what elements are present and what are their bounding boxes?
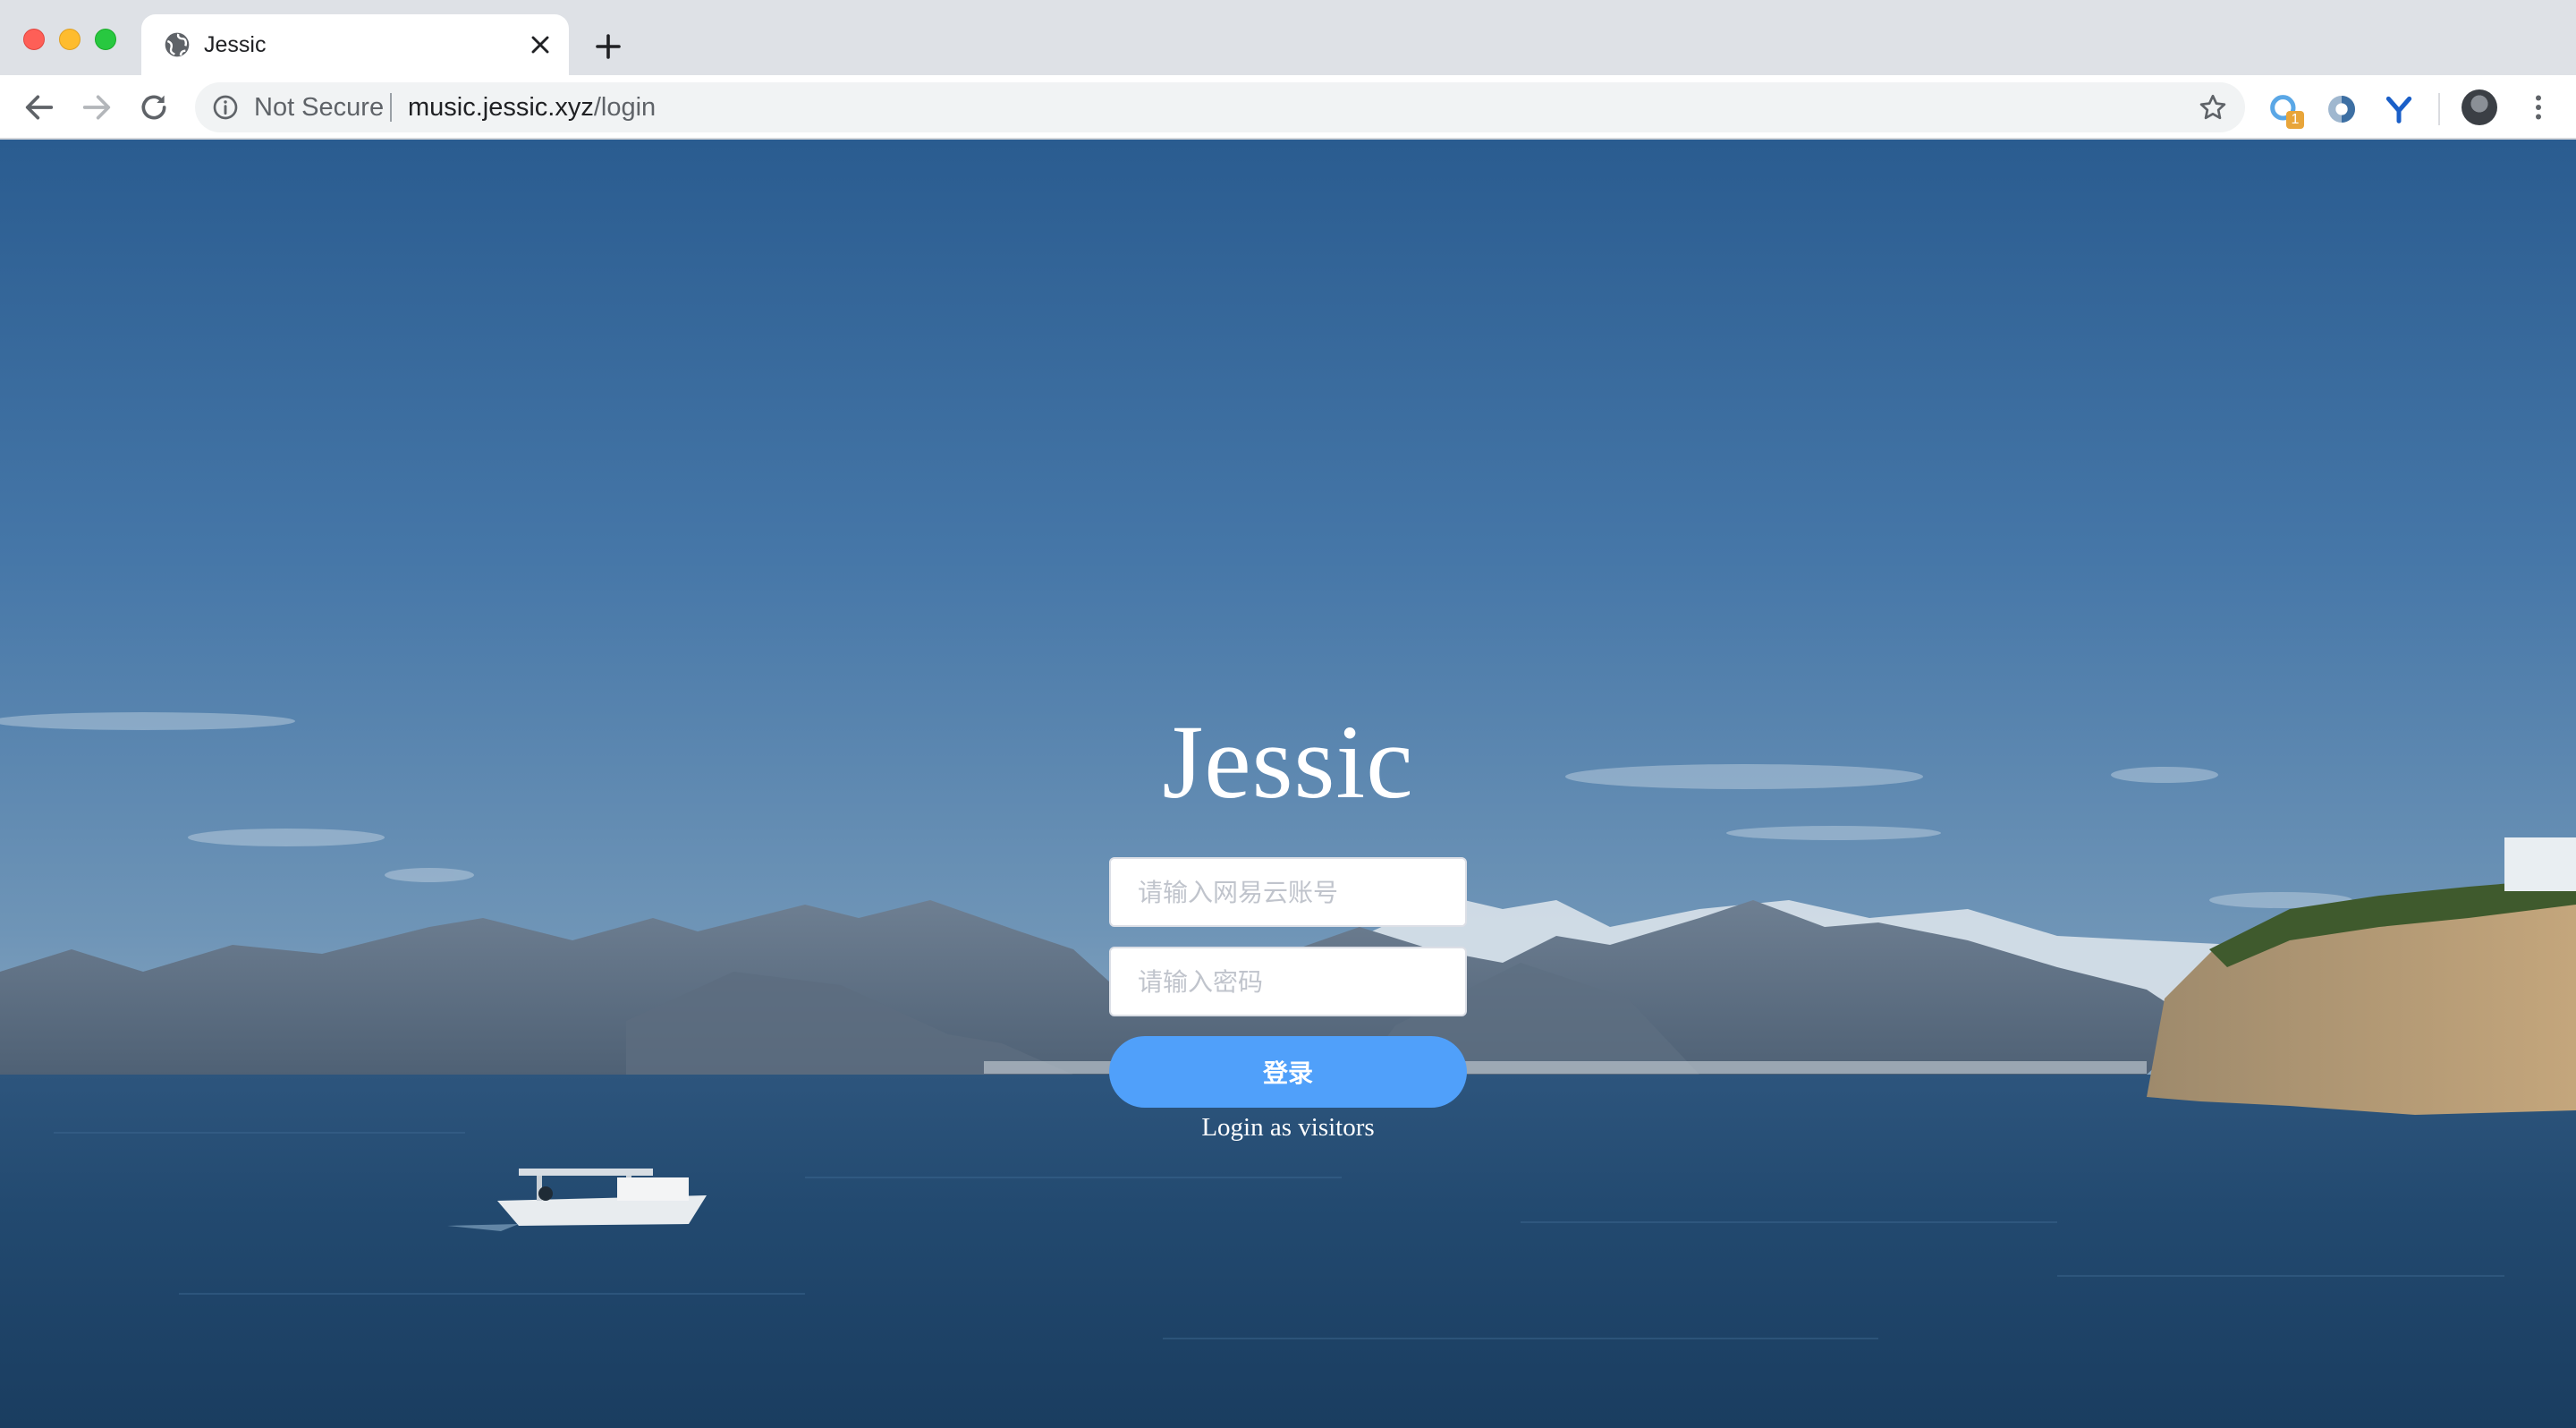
browser-tab-active[interactable]: Jessic <box>141 14 569 75</box>
login-as-visitor-link[interactable]: Login as visitors <box>1109 1113 1467 1143</box>
tab-strip: Jessic <box>0 0 2576 75</box>
login-button[interactable]: 登录 <box>1109 1036 1467 1108</box>
address-separator <box>390 93 392 122</box>
extension-half-circle-icon[interactable] <box>2324 91 2360 127</box>
extension-badge: 1 <box>2286 111 2304 129</box>
tab-close-icon[interactable] <box>526 30 555 59</box>
toolbar-separator <box>2438 93 2440 125</box>
url-host: music.jessic.xyz <box>408 93 594 122</box>
account-input[interactable] <box>1109 857 1467 927</box>
profile-avatar[interactable] <box>2462 89 2497 125</box>
extension-y-logo-icon[interactable] <box>2381 91 2417 127</box>
window-minimize-button[interactable] <box>59 29 80 50</box>
new-tab-icon[interactable] <box>592 30 624 63</box>
url-text: music.jessic.xyz/login <box>408 93 656 122</box>
app-title: Jessic <box>1162 703 1414 820</box>
info-icon[interactable] <box>211 93 240 122</box>
globe-icon <box>165 32 190 57</box>
more-menu-icon[interactable] <box>2522 91 2555 123</box>
reload-icon[interactable] <box>136 89 172 125</box>
forward-arrow-icon[interactable] <box>79 89 114 125</box>
browser-toolbar: Not Secure music.jessic.xyz/login 1 <box>0 75 2576 140</box>
address-bar[interactable]: Not Secure music.jessic.xyz/login <box>195 82 2245 132</box>
bookmark-star-icon[interactable] <box>2197 91 2229 123</box>
window-zoom-button[interactable] <box>95 29 116 50</box>
window-close-button[interactable] <box>23 29 45 50</box>
extension-blue-ring-icon[interactable]: 1 <box>2267 91 2304 129</box>
password-input[interactable] <box>1109 947 1467 1016</box>
security-label: Not Secure <box>254 93 385 122</box>
url-path: /login <box>593 93 657 122</box>
back-arrow-icon[interactable] <box>21 89 57 125</box>
tab-title: Jessic <box>204 32 267 57</box>
login-page: Jessic 登录 Login as visitors <box>0 140 2576 1428</box>
